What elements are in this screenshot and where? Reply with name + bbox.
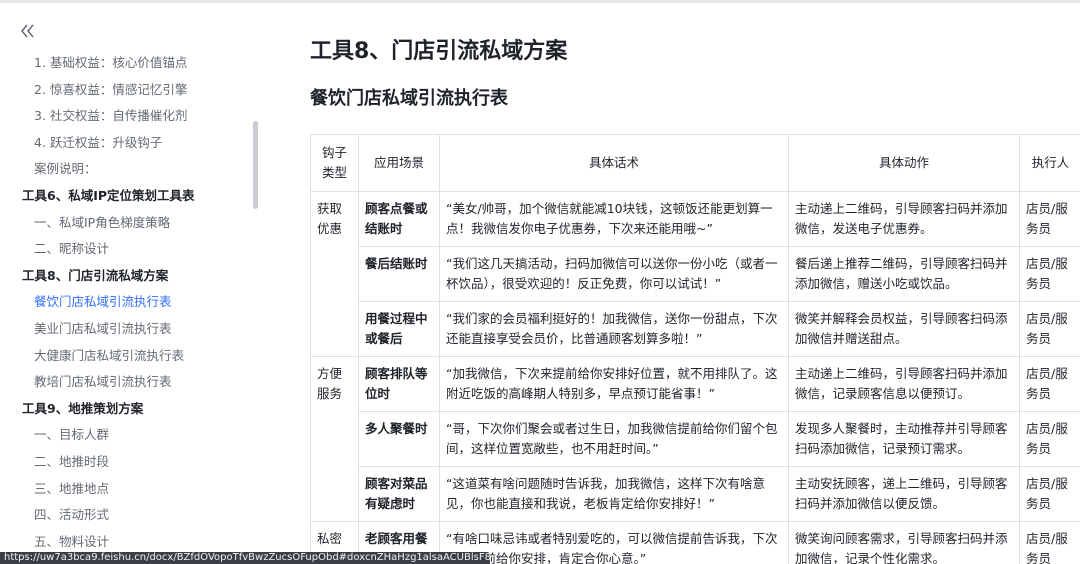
cell-executor: 店员/服务员 xyxy=(1019,521,1080,564)
cell-action: 微笑并解释会员权益，引导顾客扫码添加微信并赠送甜点。 xyxy=(788,301,1020,357)
table-row: 获取优惠 顾客点餐或结账时 “美女/帅哥，加个微信就能减10块钱，这顿饭还能更划算一… xyxy=(310,191,1080,357)
cell-scene: 顾客点餐或结账时 xyxy=(358,191,440,247)
cell-action: 餐后递上推荐二维码，引导顾客扫码并添加微信，赠送小吃或饮品。 xyxy=(788,246,1020,302)
cell-executor: 店员/服务员 xyxy=(1019,301,1080,357)
toc-item[interactable]: 二、昵称设计 xyxy=(0,236,262,263)
toc-item[interactable]: 2. 惊喜权益：情感记忆引擎 xyxy=(0,77,262,104)
cell-action: 发现多人聚餐时，主动推荐并引导顾客扫码添加微信，记录预订需求。 xyxy=(788,411,1020,467)
header-executor: 执行人 xyxy=(1019,134,1080,192)
header-script: 具体话术 xyxy=(439,134,789,192)
cell-scene: 顾客对菜品有疑虑时 xyxy=(358,466,440,522)
toc-item[interactable]: 工具9、地推策划方案 xyxy=(0,396,262,423)
cell-scene: 顾客排队等位时 xyxy=(358,356,440,412)
table-row: 顾客对菜品有疑虑时 “这道菜有啥问题随时告诉我，加我微信，这样下次有啥意见，你也能… xyxy=(311,466,1080,522)
toc-item[interactable]: 3. 社交权益：自传播催化剂 xyxy=(0,103,262,130)
header-scene: 应用场景 xyxy=(358,134,440,192)
cell-script: “我们家的会员福利挺好的！加我微信，送你一份甜点，下次还能直接享受会员价，比普通… xyxy=(439,301,789,357)
cell-action: 主动递上二维码，引导顾客扫码并添加微信，记录顾客信息以便预订。 xyxy=(788,356,1020,412)
cell-scene: 多人聚餐时 xyxy=(358,411,440,467)
cell-hook-type: 方便服务 xyxy=(310,356,359,522)
section-heading: 餐饮门店私域引流执行表 xyxy=(310,88,508,109)
toc-list: 1. 基础权益：核心价值锚点 2. 惊喜权益：情感记忆引擎 3. 社交权益：自传播催… xyxy=(0,50,262,555)
cell-script: “这道菜有啥问题随时告诉我，加我微信，这样下次有啥意见，你也能直接和我说，老板肯… xyxy=(439,466,789,522)
table-row: 方便服务 顾客排队等位时 “加我微信，下次来提前给你安排好位置，就不用排队了。这附近… xyxy=(310,356,1080,522)
cell-executor: 店员/服务员 xyxy=(1019,411,1080,467)
collapse-sidebar-icon[interactable] xyxy=(18,21,38,41)
cell-scene: 用餐过程中或餐后 xyxy=(358,301,440,357)
toc-item[interactable]: 三、地推地点 xyxy=(0,476,262,503)
toc-item[interactable]: 大健康门店私域引流执行表 xyxy=(0,343,262,370)
toc-item[interactable]: 一、私域IP角色梯度策略 xyxy=(0,210,262,237)
sidebar-scrollbar[interactable] xyxy=(253,121,258,209)
cell-script: “我们这几天搞活动，扫码加微信可以送你一份小吃（或者一杯饮品），很受欢迎的！反正… xyxy=(439,246,789,302)
toc-item[interactable]: 二、地推时段 xyxy=(0,449,262,476)
document-content: 工具8、门店引流私域方案 餐饮门店私域引流执行表 钩子类型 应用场景 具体话术 … xyxy=(268,3,1080,564)
cell-executor: 店员/服务员 xyxy=(1019,246,1080,302)
cell-script: “哥，下次你们聚会或者过生日，加我微信提前给你们留个包间，这样位置宽敞些，也不用… xyxy=(439,411,789,467)
cell-scene: 餐后结账时 xyxy=(358,246,440,302)
toc-item[interactable]: 教培门店私域引流执行表 xyxy=(0,369,262,396)
header-action: 具体动作 xyxy=(788,134,1020,192)
cell-action: 微笑询问顾客需求，引导顾客扫码并添加微信，记录个性化需求。 xyxy=(788,521,1020,564)
toc-sidebar: 1. 基础权益：核心价值锚点 2. 惊喜权益：情感记忆引擎 3. 社交权益：自传播催… xyxy=(0,3,268,564)
toc-item[interactable]: 案例说明： xyxy=(0,156,262,183)
toc-item[interactable]: 工具8、门店引流私域方案 xyxy=(0,263,262,290)
table-header-row: 钩子类型 应用场景 具体话术 具体动作 执行人 xyxy=(310,134,1080,192)
toc-item[interactable]: 餐饮门店私域引流执行表 xyxy=(0,289,262,316)
table-row: 多人聚餐时 “哥，下次你们聚会或者过生日，加我微信提前给你们留个包间，这样位置宽敞… xyxy=(311,411,1080,467)
toc-item[interactable]: 美业门店私域引流执行表 xyxy=(0,316,262,343)
cell-executor: 店员/服务员 xyxy=(1019,356,1080,412)
cell-hook-type: 获取优惠 xyxy=(310,191,359,357)
cell-script: “加我微信，下次来提前给你安排好位置，就不用排队了。这附近吃饭的高峰期人特别多，… xyxy=(439,356,789,412)
cell-script: “美女/帅哥，加个微信就能减10块钱，这顿饭还能更划算一点！我微信发你电子优惠券… xyxy=(439,191,789,247)
toc-item[interactable]: 四、活动形式 xyxy=(0,502,262,529)
table-container: 钩子类型 应用场景 具体话术 具体动作 执行人 获取优惠 顾客点餐或结账时 “美女/… xyxy=(310,134,1080,564)
cell-executor: 店员/服务员 xyxy=(1019,191,1080,247)
toc-item[interactable]: 工具6、私域IP定位策划工具表 xyxy=(0,183,262,210)
cell-action: 主动递上二维码，引导顾客扫码并添加微信，发送电子优惠券。 xyxy=(788,191,1020,247)
table-row: 用餐过程中或餐后 “我们家的会员福利挺好的！加我微信，送你一份甜点，下次还能直接享… xyxy=(311,301,1080,357)
link-status-bar: https://uw7a3bca9.feishu.cn/docx/BZfdOVo… xyxy=(0,552,490,564)
table-row: 餐后结账时 “我们这几天搞活动，扫码加微信可以送你一份小吃（或者一杯饮品），很受欢… xyxy=(311,246,1080,302)
cell-script: “有啥口味忌讳或者特别爱吃的，可以微信提前告诉我，下次来我提前给你安排，肯定合你… xyxy=(439,521,789,564)
toc-item[interactable]: 一、目标人群 xyxy=(0,422,262,449)
toc-item[interactable]: 1. 基础权益：核心价值锚点 xyxy=(0,50,262,77)
cell-action: 主动安抚顾客，递上二维码，引导顾客扫码并添加微信以便反馈。 xyxy=(788,466,1020,522)
header-hook-type: 钩子类型 xyxy=(310,134,359,192)
toc-item[interactable]: 4. 跃迁权益：升级钩子 xyxy=(0,130,262,157)
cell-executor: 店员/服务员 xyxy=(1019,466,1080,522)
execution-table: 钩子类型 应用场景 具体话术 具体动作 执行人 获取优惠 顾客点餐或结账时 “美女/… xyxy=(310,134,1080,564)
page-title: 工具8、门店引流私域方案 xyxy=(310,39,568,64)
